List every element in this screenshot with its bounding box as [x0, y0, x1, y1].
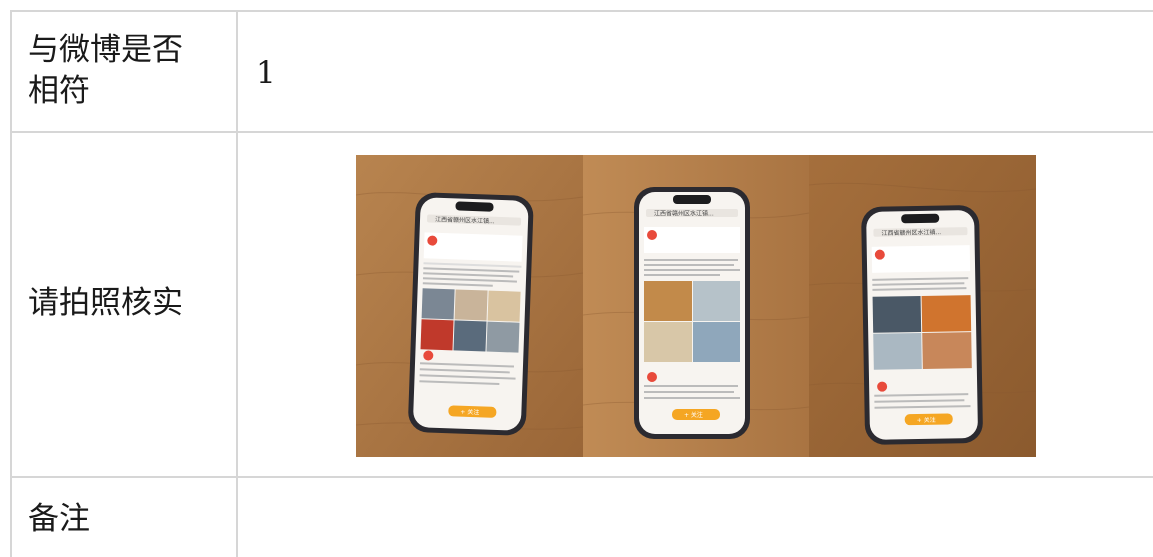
table-row-divider-2 [10, 476, 1153, 478]
table-border-left [10, 10, 12, 557]
phone-3-follow: + 关注 [917, 416, 936, 424]
phone-1-follow: + 关注 [460, 408, 479, 417]
phone-1: 江西省赣州区水江镇... + 关注 [408, 192, 534, 436]
phone-2-title: 江西省赣州区水江镇... [654, 210, 714, 218]
table-border-top [10, 10, 1153, 12]
row-value-weibo-match: 1 [256, 55, 276, 91]
phone-3-title: 江西省赣州区水江镇... [881, 228, 941, 237]
table-column-divider [236, 10, 238, 557]
row-label-remarks: 备注 [28, 501, 90, 537]
phone-3: 江西省赣州区水江镇... + 关注 [861, 205, 983, 445]
row-value-remarks[interactable] [256, 499, 1136, 540]
phone-2-follow: + 关注 [684, 411, 703, 419]
row-label-photo-verify: 请拍照核实 [28, 285, 183, 321]
table-row-divider-1 [10, 131, 1153, 133]
row-label-weibo-match: 与微博是否相符 [28, 32, 183, 109]
phone-2: 江西省赣州区水江镇... + 关注 [634, 187, 750, 439]
verification-photo: 江西省赣州区水江镇... + 关注 江西省赣州区水江镇... + 关注 江西省赣… [356, 155, 1036, 457]
